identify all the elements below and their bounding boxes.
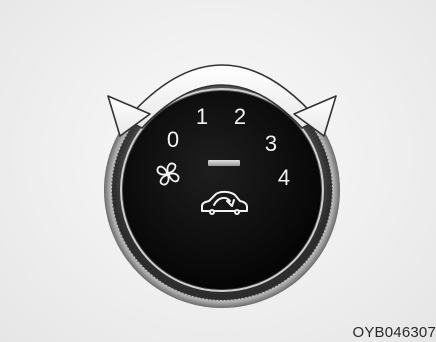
speed-label-2: 2 [234, 104, 246, 129]
figure-code: OYB046307 [352, 324, 436, 341]
knob-face[interactable] [123, 91, 321, 289]
dial-indicator-marker [208, 160, 240, 166]
speed-label-3: 3 [265, 131, 277, 156]
knob-illustration: 0 1 2 3 4 [104, 64, 340, 308]
illustration-frame: 0 1 2 3 4 OYB046307 [0, 0, 436, 342]
speed-label-4: 4 [278, 165, 290, 190]
fan-icon [156, 162, 180, 186]
speed-label-1: 1 [196, 104, 208, 129]
speed-label-0: 0 [167, 127, 179, 152]
